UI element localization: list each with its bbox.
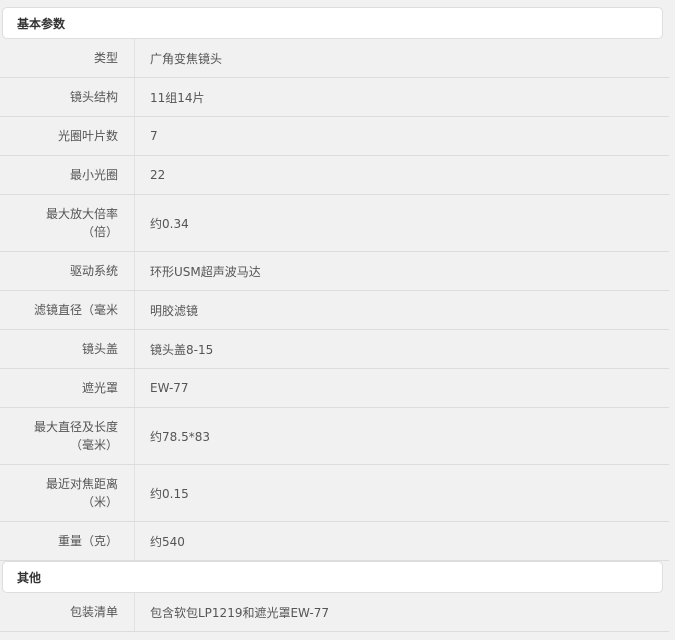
spec-label: 镜头结构	[0, 78, 135, 116]
spec-row-type: 类型 广角变焦镜头	[0, 39, 669, 78]
spec-value: 11组14片	[150, 90, 205, 105]
spec-row-min-aperture: 最小光圈 22	[0, 156, 669, 195]
spec-table-other: 包装清单 包含软包LP1219和遮光罩EW-77	[0, 593, 669, 632]
spec-row-drive-system: 驱动系统 环形USM超声波马达	[0, 252, 669, 291]
spec-row-weight: 重量（克） 约540	[0, 522, 669, 561]
section-title: 其他	[17, 570, 42, 585]
spec-row-filter-diameter: 滤镜直径（毫米 明胶滤镜	[0, 291, 669, 330]
spec-label: 最小光圈	[0, 156, 135, 194]
spec-value: 广角变焦镜头	[150, 51, 223, 66]
spec-label: 最近对焦距离 （米）	[0, 465, 135, 521]
spec-label: 最大放大倍率 （倍）	[0, 195, 135, 251]
spec-value: EW-77	[150, 381, 189, 395]
spec-row-aperture-blades: 光圈叶片数 7	[0, 117, 669, 156]
spec-value: 约78.5*83	[150, 429, 210, 444]
spec-row-lens-hood: 遮光罩 EW-77	[0, 369, 669, 408]
spec-value: 环形USM超声波马达	[150, 264, 261, 279]
spec-value: 明胶滤镜	[150, 303, 199, 318]
section-header-other: 其他	[2, 561, 663, 593]
spec-row-lens-cap: 镜头盖 镜头盖8-15	[0, 330, 669, 369]
spec-table-basic: 类型 广角变焦镜头 镜头结构 11组14片 光圈叶片数 7 最小光圈 22 最大…	[0, 39, 669, 561]
spec-label: 滤镜直径（毫米	[0, 291, 135, 329]
spec-value: 包含软包LP1219和遮光罩EW-77	[150, 605, 330, 620]
spec-label: 最大直径及长度 （毫米）	[0, 408, 135, 464]
spec-label: 类型	[0, 39, 135, 77]
spec-page: 基本参数 类型 广角变焦镜头 镜头结构 11组14片 光圈叶片数 7 最小光圈 …	[0, 0, 675, 640]
spec-value: 约540	[150, 534, 185, 549]
section-title: 基本参数	[17, 16, 66, 31]
spec-row-min-focus-distance: 最近对焦距离 （米） 约0.15	[0, 465, 669, 522]
spec-label: 光圈叶片数	[0, 117, 135, 155]
spec-value: 约0.34	[150, 216, 189, 231]
spec-label: 驱动系统	[0, 252, 135, 290]
spec-label: 包装清单	[0, 593, 135, 631]
spec-row-max-magnification: 最大放大倍率 （倍） 约0.34	[0, 195, 669, 252]
spec-value: 约0.15	[150, 486, 189, 501]
spec-value: 22	[150, 168, 166, 182]
spec-label: 重量（克）	[0, 522, 135, 560]
spec-row-max-diameter-length: 最大直径及长度 （毫米） 约78.5*83	[0, 408, 669, 465]
spec-row-package-contents: 包装清单 包含软包LP1219和遮光罩EW-77	[0, 593, 669, 632]
spec-value: 7	[150, 129, 158, 143]
spec-label: 遮光罩	[0, 369, 135, 407]
spec-value: 镜头盖8-15	[150, 342, 214, 357]
spec-label: 镜头盖	[0, 330, 135, 368]
section-header-basic-params: 基本参数	[2, 7, 663, 39]
spec-row-lens-structure: 镜头结构 11组14片	[0, 78, 669, 117]
